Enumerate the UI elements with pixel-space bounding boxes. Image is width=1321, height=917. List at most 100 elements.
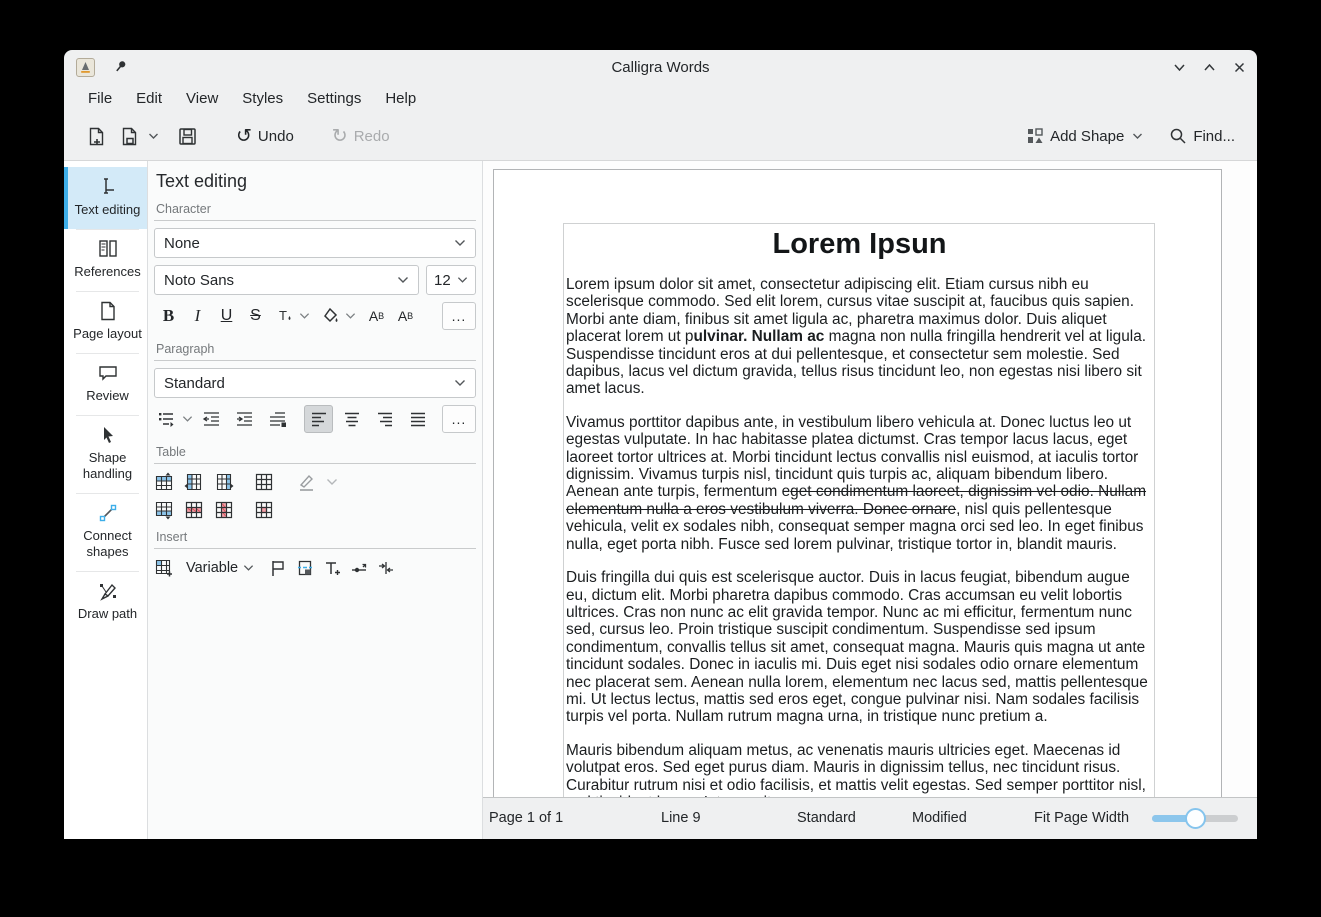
search-icon bbox=[1169, 127, 1187, 145]
bookmark-flag-icon bbox=[269, 559, 287, 577]
sidebar-item-review[interactable]: Review bbox=[64, 353, 147, 415]
chevron-down-icon bbox=[454, 239, 466, 247]
menu-edit[interactable]: Edit bbox=[124, 87, 174, 110]
close-button[interactable] bbox=[1231, 59, 1247, 75]
bold-button[interactable]: B bbox=[154, 302, 183, 330]
menu-view[interactable]: View bbox=[174, 87, 230, 110]
align-left-icon bbox=[310, 410, 328, 428]
character-more-button[interactable]: ... bbox=[442, 302, 476, 330]
save-button[interactable] bbox=[171, 122, 204, 151]
paragraph-2: Vivamus porttitor dapibus ante, in vesti… bbox=[566, 414, 1153, 553]
sidebar-item-connect-shapes[interactable]: Connect shapes bbox=[64, 493, 147, 571]
insert-column-right-icon bbox=[214, 472, 234, 492]
paragraph-indent-button[interactable] bbox=[263, 405, 292, 433]
zoom-slider-handle[interactable] bbox=[1185, 808, 1206, 829]
insert-row-below-button[interactable] bbox=[154, 500, 174, 520]
save-icon bbox=[177, 126, 198, 147]
insert-variable-field-button[interactable] bbox=[350, 559, 368, 577]
add-shape-button[interactable]: Add Shape bbox=[1020, 123, 1149, 149]
variable-dropdown[interactable]: Variable bbox=[186, 560, 254, 576]
sidebar-item-draw-path[interactable]: Draw path bbox=[64, 571, 147, 633]
undo-icon: ↺ bbox=[236, 127, 252, 146]
paragraph-style-combobox[interactable]: Standard bbox=[154, 368, 476, 398]
underline-button[interactable]: U bbox=[212, 302, 241, 330]
new-document-icon bbox=[86, 126, 107, 147]
delete-column-button[interactable] bbox=[214, 500, 234, 520]
status-modified: Modified bbox=[912, 810, 967, 826]
sidebar-item-page-layout[interactable]: Page layout bbox=[64, 291, 147, 353]
align-right-icon bbox=[376, 410, 394, 428]
sidebar-item-references[interactable]: References bbox=[64, 229, 147, 291]
first-line-indent-icon bbox=[268, 410, 287, 428]
add-shape-icon bbox=[1026, 127, 1044, 145]
align-justify-icon bbox=[409, 410, 427, 428]
increase-indent-button[interactable] bbox=[230, 405, 259, 433]
document-page[interactable]: Lorem Ipsun Lorem ipsum dolor sit amet, … bbox=[493, 169, 1222, 797]
find-button[interactable]: Find... bbox=[1163, 123, 1241, 149]
align-right-button[interactable] bbox=[370, 405, 399, 433]
section-paragraph-label: Paragraph bbox=[154, 342, 476, 361]
insert-text-button[interactable] bbox=[323, 559, 341, 577]
align-justify-button[interactable] bbox=[403, 405, 432, 433]
insert-special-character-button[interactable] bbox=[377, 559, 395, 577]
sidebar-item-label: Review bbox=[86, 388, 129, 403]
list-style-chevron-icon[interactable] bbox=[182, 415, 193, 423]
undo-button[interactable]: ↺ Undo bbox=[230, 123, 300, 150]
title-bar[interactable]: Calligra Words bbox=[64, 50, 1257, 84]
delete-row-button[interactable] bbox=[184, 500, 204, 520]
italic-button[interactable]: I bbox=[183, 302, 212, 330]
redo-button[interactable]: ↻ Redo bbox=[326, 123, 396, 150]
document-view[interactable]: Lorem Ipsun Lorem ipsum dolor sit amet, … bbox=[483, 161, 1257, 797]
menu-settings[interactable]: Settings bbox=[295, 87, 373, 110]
insert-column-left-button[interactable] bbox=[184, 472, 204, 492]
status-style-info[interactable]: Standard bbox=[797, 810, 856, 826]
sidebar-item-label: References bbox=[74, 264, 140, 279]
delete-cell-icon bbox=[254, 500, 274, 520]
insert-column-right-button[interactable] bbox=[214, 472, 234, 492]
decrease-indent-icon bbox=[202, 410, 221, 428]
redo-label: Redo bbox=[354, 128, 390, 145]
align-center-button[interactable] bbox=[337, 405, 366, 433]
insert-bookmark-button[interactable] bbox=[269, 559, 287, 577]
page-icon bbox=[97, 300, 119, 322]
strikethrough-button[interactable]: S bbox=[241, 302, 270, 330]
merge-cells-button[interactable] bbox=[254, 472, 274, 492]
tool-options-panel: Text editing Character None Noto Sans 12 bbox=[148, 161, 483, 839]
highlight-color-button[interactable] bbox=[316, 302, 345, 330]
list-style-button[interactable] bbox=[154, 405, 178, 433]
paragraph-more-button[interactable]: ... bbox=[442, 405, 476, 433]
document-heading: Lorem Ipsun bbox=[566, 228, 1153, 261]
zoom-slider[interactable] bbox=[1152, 815, 1238, 822]
insert-table-button[interactable] bbox=[154, 558, 173, 577]
sidebar-item-label: Shape handling bbox=[83, 450, 132, 481]
insert-row-above-button[interactable] bbox=[154, 472, 174, 492]
insert-page-break-button[interactable] bbox=[296, 559, 314, 577]
align-left-button[interactable] bbox=[304, 405, 333, 433]
panel-title: Text editing bbox=[156, 171, 476, 192]
sidebar-item-shape-handling[interactable]: Shape handling bbox=[64, 415, 147, 493]
border-pen-chevron-icon[interactable] bbox=[326, 478, 338, 486]
maximize-button[interactable] bbox=[1201, 59, 1217, 75]
text-color-chevron-icon[interactable] bbox=[299, 312, 310, 320]
font-family-combobox[interactable]: Noto Sans bbox=[154, 265, 419, 295]
new-document-button[interactable] bbox=[80, 122, 113, 151]
menu-styles[interactable]: Styles bbox=[230, 87, 295, 110]
decrease-indent-button[interactable] bbox=[197, 405, 226, 433]
font-size-combobox[interactable]: 12 bbox=[426, 265, 476, 295]
menu-file[interactable]: File bbox=[76, 87, 124, 110]
menu-help[interactable]: Help bbox=[373, 87, 428, 110]
subscript-button[interactable]: AB bbox=[391, 302, 420, 330]
highlight-chevron-icon[interactable] bbox=[345, 312, 356, 320]
variable-label: Variable bbox=[186, 560, 238, 576]
character-style-combobox[interactable]: None bbox=[154, 228, 476, 258]
border-pen-button[interactable] bbox=[296, 472, 316, 492]
text-frame[interactable]: Lorem Ipsun Lorem ipsum dolor sit amet, … bbox=[563, 223, 1155, 797]
sidebar-item-text-editing[interactable]: Text editing bbox=[64, 167, 147, 229]
delete-cell-button[interactable] bbox=[254, 500, 274, 520]
status-zoom-mode[interactable]: Fit Page Width bbox=[1034, 810, 1129, 826]
minimize-button[interactable] bbox=[1171, 59, 1187, 75]
open-document-button[interactable] bbox=[113, 122, 165, 151]
superscript-button[interactable]: AB bbox=[362, 302, 391, 330]
text-color-button[interactable]: T bbox=[270, 302, 299, 330]
p1-bold-run: ulvinar. Nullam ac bbox=[693, 328, 824, 345]
